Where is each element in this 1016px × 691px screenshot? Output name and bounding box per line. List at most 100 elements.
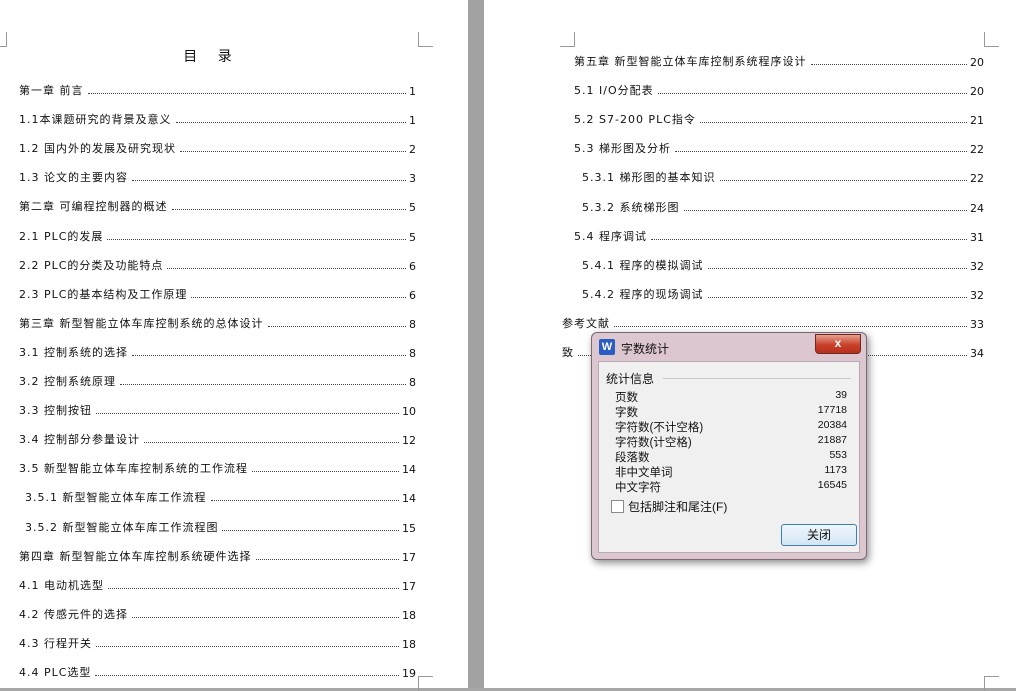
toc-leader-dots <box>675 150 967 153</box>
document-page-left: 目 录 第一章 前言 1 1.1本课题研究的背景及意义 1 1.2 国内外的发展及研究现… <box>0 0 468 691</box>
toc-entry-text: 5.3 梯形图及分析 <box>574 142 671 156</box>
toc-entry-text: 5.4 程序调试 <box>574 229 647 243</box>
toc-page-number: 8 <box>409 376 416 389</box>
toc-entry[interactable]: 3.4 控制部分参量设计 12 <box>19 429 416 447</box>
toc-leader-dots <box>132 616 399 618</box>
toc-entry[interactable]: 2.2 PLC的分类及功能特点 6 <box>19 255 416 273</box>
crop-mark <box>984 32 999 47</box>
toc-entry-text: 3.4 控制部分参量设计 <box>19 433 140 447</box>
toc-page-number: 31 <box>970 230 984 244</box>
include-footnotes-label[interactable]: 包括脚注和尾注(F) <box>628 498 727 515</box>
toc-entry[interactable]: 第四章 新型智能立体车库控制系统硬件选择 17 <box>19 546 416 564</box>
stat-value: 16545 <box>817 479 847 491</box>
toc-entry[interactable]: 5.4 程序调试 31 <box>574 226 984 244</box>
toc-leader-dots <box>87 92 406 94</box>
toc-page-number: 22 <box>970 143 984 157</box>
toc-page-number: 3 <box>409 172 416 186</box>
toc-entry[interactable]: 5.3 梯形图及分析 22 <box>574 138 984 156</box>
toc-entry[interactable]: 4.2 传感元件的选择 18 <box>19 604 416 622</box>
toc-leader-dots <box>255 558 399 560</box>
toc-page-number: 14 <box>402 463 416 477</box>
toc-entry[interactable]: 2.3 PLC的基本结构及工作原理 6 <box>19 284 416 302</box>
toc-page-number: 14 <box>402 492 416 506</box>
toc-leader-dots <box>683 209 967 211</box>
toc-page-number: 34 <box>970 347 984 360</box>
toc-entry[interactable]: 5.4.1 程序的模拟调试 32 <box>582 255 984 273</box>
crop-mark <box>560 32 575 47</box>
toc-entry[interactable]: 3.5.1 新型智能立体车库工作流程 14 <box>25 487 416 505</box>
toc-entry-text: 3.5.1 新型智能立体车库工作流程 <box>25 491 207 505</box>
toc-entry-text: 4.2 传感元件的选择 <box>19 607 128 621</box>
toc-entry-text: 第三章 新型智能立体车库控制系统的总体设计 <box>19 316 264 330</box>
toc-leader-dots <box>171 208 406 211</box>
close-icon[interactable]: x <box>815 334 861 354</box>
toc-page-number: 2 <box>409 143 416 157</box>
close-button[interactable]: 关闭 <box>781 524 857 546</box>
stat-row-chars-with-spaces: 字符数(计空格) 21887 <box>615 434 847 449</box>
toc-entry[interactable]: 第一章 前言 1 <box>19 80 416 98</box>
stat-value: 21887 <box>817 434 847 446</box>
toc-entry[interactable]: 1.3 论文的主要内容 3 <box>19 167 416 185</box>
toc-entry-text: 5.1 I/O分配表 <box>574 84 654 98</box>
toc-page-number: 20 <box>970 85 984 99</box>
toc-leader-dots <box>107 238 406 240</box>
toc-entry[interactable]: 5.2 S7-200 PLC指令 21 <box>574 109 984 127</box>
toc-page-number: 1 <box>409 85 416 98</box>
toc-leader-dots <box>719 179 967 182</box>
toc-entry[interactable]: 5.4.2 程序的现场调试 32 <box>582 284 984 302</box>
stat-value: 1173 <box>824 464 847 476</box>
toc-page-number: 32 <box>970 259 984 273</box>
stat-row-paragraphs: 段落数 553 <box>615 449 847 464</box>
toc-page-number: 22 <box>970 172 984 186</box>
toc-entry[interactable]: 4.4 PLC选型 19 <box>19 662 416 680</box>
toc-page-number: 20 <box>970 56 984 69</box>
toc-leader-dots <box>132 354 406 356</box>
toc-entry[interactable]: 3.5.2 新型智能立体车库工作流程图 15 <box>25 517 416 535</box>
toc-entry[interactable]: 3.1 控制系统的选择 8 <box>19 342 416 360</box>
dialog-titlebar[interactable]: W 字数统计 x <box>592 333 866 361</box>
toc-leader-dots <box>267 325 406 327</box>
stat-value: 553 <box>829 449 847 461</box>
toc-page-number: 15 <box>402 521 416 535</box>
toc-entry-text: 1.1本课题研究的背景及意义 <box>19 113 172 127</box>
dialog-body: 统计信息 页数 39 字数 17718 字符数(不计空格) 20384 字符数(… <box>598 361 860 553</box>
toc-leader-dots <box>222 529 399 531</box>
toc-page-number: 10 <box>402 405 416 419</box>
toc-entry[interactable]: 5.3.2 系统梯形图 24 <box>582 197 984 215</box>
toc-entry[interactable]: 5.1 I/O分配表 20 <box>574 80 984 98</box>
stat-row-chinese-chars: 中文字符 16545 <box>615 479 847 494</box>
toc-leader-dots <box>657 92 967 95</box>
toc-entry[interactable]: 第五章 新型智能立体车库控制系统程序设计 20 <box>574 51 984 69</box>
toc-leader-dots <box>180 150 406 153</box>
toc-entry[interactable]: 1.1本课题研究的背景及意义 1 <box>19 109 416 127</box>
toc-entry[interactable]: 3.2 控制系统原理 8 <box>19 371 416 389</box>
toc-entry[interactable]: 4.3 行程开关 18 <box>19 633 416 651</box>
toc-entry[interactable]: 2.1 PLC的发展 5 <box>19 226 416 244</box>
toc-entry[interactable]: 4.1 电动机选型 17 <box>19 575 416 593</box>
toc-entry[interactable]: 1.2 国内外的发展及研究现状 2 <box>19 138 416 156</box>
toc-entry-text: 5.2 S7-200 PLC指令 <box>574 113 696 127</box>
toc-entry[interactable]: 3.5 新型智能立体车库控制系统的工作流程 14 <box>19 458 416 476</box>
toc-page-number: 24 <box>970 201 984 215</box>
toc-entry[interactable]: 第三章 新型智能立体车库控制系统的总体设计 8 <box>19 313 416 331</box>
include-footnotes-checkbox[interactable] <box>611 500 624 513</box>
toc-leader-dots <box>108 587 399 589</box>
toc-entry[interactable]: 第二章 可编程控制器的概述 5 <box>19 196 416 214</box>
stat-row-chars-no-spaces: 字符数(不计空格) 20384 <box>615 419 847 434</box>
toc-entry-text: 2.2 PLC的分类及功能特点 <box>19 258 164 272</box>
toc-page-number: 32 <box>970 288 984 302</box>
toc-page-number: 8 <box>409 346 416 360</box>
toc-entry-text: 第五章 新型智能立体车库控制系统程序设计 <box>574 55 807 68</box>
crop-mark <box>418 32 433 47</box>
toc-entry[interactable]: 3.3 控制按钮 10 <box>19 400 416 418</box>
toc-leader-dots <box>252 470 399 473</box>
toc-leader-dots <box>167 267 406 269</box>
toc-entry[interactable]: 5.3.1 梯形图的基本知识 22 <box>582 167 984 185</box>
toc-entry[interactable]: 参考文献 33 <box>562 313 984 331</box>
stat-label: 字符数(不计空格) <box>615 422 704 434</box>
toc-title: 目 录 <box>183 49 240 65</box>
toc-entry-text: 第二章 可编程控制器的概述 <box>19 200 168 214</box>
stat-value: 20384 <box>817 419 847 431</box>
toc-page-number: 17 <box>402 579 416 593</box>
toc-leader-dots <box>191 296 406 298</box>
